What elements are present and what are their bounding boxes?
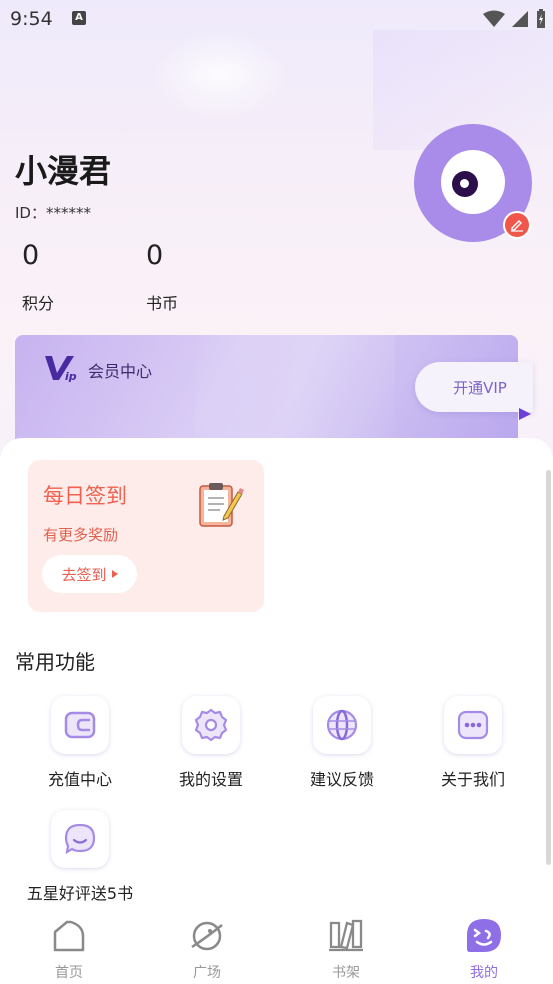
vip-arrow-icon (519, 408, 531, 420)
nav-label-home: 首页 (55, 965, 83, 981)
feedback-button[interactable]: 建议反馈 (282, 696, 402, 790)
clipboard-icon (199, 483, 244, 527)
svg-text:ip: ip (65, 370, 77, 383)
nav-item-home[interactable]: 首页 (19, 916, 119, 982)
battery-icon (537, 9, 545, 28)
bookshelf-icon (329, 919, 363, 952)
bottom-navigation: 首页 广场 书架 我的 (0, 908, 553, 984)
checkin-title: 每日签到 (43, 484, 127, 508)
five-star-review-button[interactable]: 五星好评送5书 (20, 810, 140, 904)
five-star-review-label: 五星好评送5书 (26, 884, 134, 903)
header-decoration (150, 30, 290, 120)
wallet-icon (64, 711, 96, 739)
func-icon-container (51, 810, 109, 868)
username: 小漫君 (15, 152, 112, 190)
planet-icon (191, 921, 223, 951)
status-bar: 9:54 A (0, 0, 553, 38)
chat-smile-icon (64, 823, 96, 855)
nav-item-bookshelf[interactable]: 书架 (296, 916, 396, 982)
open-vip-button[interactable]: 开通VIP (415, 362, 533, 412)
points-label[interactable]: 积分 (22, 290, 54, 314)
checkin-subtitle: 有更多奖励 (43, 526, 119, 544)
daily-checkin-card[interactable]: 每日签到 有更多奖励 去签到 (28, 460, 264, 612)
coins-value[interactable]: 0 (146, 240, 163, 271)
points-value[interactable]: 0 (22, 240, 39, 271)
home-icon (53, 920, 85, 952)
feedback-label: 建议反馈 (309, 770, 374, 789)
avatar-pupil (452, 171, 478, 197)
avatar-eye (441, 150, 505, 214)
notification-a-icon: A (72, 11, 86, 25)
nav-item-mine[interactable]: 我的 (434, 916, 534, 982)
nav-label-square: 广场 (193, 965, 221, 981)
caret-right-icon (111, 570, 118, 578)
status-time: 9:54 (10, 8, 53, 30)
pencil-icon (511, 220, 523, 232)
coins-label[interactable]: 书币 (146, 290, 178, 314)
my-settings-button[interactable]: 我的设置 (151, 696, 271, 790)
recharge-center-label: 充值中心 (47, 770, 112, 789)
more-dots-icon (457, 710, 489, 740)
profile-face-icon (467, 919, 501, 952)
wifi-icon (483, 10, 505, 27)
my-settings-label: 我的设置 (178, 770, 243, 789)
nav-item-square[interactable]: 广场 (157, 916, 257, 982)
checkin-button-label: 去签到 (61, 565, 107, 584)
about-us-label: 关于我们 (440, 770, 505, 789)
scrollbar[interactable] (546, 470, 551, 865)
nav-label-mine: 我的 (470, 965, 498, 981)
gear-icon (194, 708, 228, 742)
func-icon-container (182, 696, 240, 754)
signal-icon (512, 11, 528, 27)
recharge-center-button[interactable]: 充值中心 (20, 696, 140, 790)
func-icon-container (313, 696, 371, 754)
func-icon-container (51, 696, 109, 754)
status-icons (483, 8, 547, 30)
avatar-glint (460, 179, 469, 188)
feedback-globe-icon (326, 709, 358, 741)
edit-avatar-button[interactable] (503, 211, 531, 239)
nav-label-bookshelf: 书架 (332, 965, 360, 981)
user-id: ID：****** (15, 204, 91, 222)
func-icon-container (444, 696, 502, 754)
vip-title: 会员中心 (88, 362, 153, 381)
checkin-button[interactable]: 去签到 (42, 555, 137, 593)
vip-logo-icon: ip (45, 356, 77, 383)
about-us-button[interactable]: 关于我们 (413, 696, 533, 790)
common-functions-title: 常用功能 (15, 650, 95, 674)
